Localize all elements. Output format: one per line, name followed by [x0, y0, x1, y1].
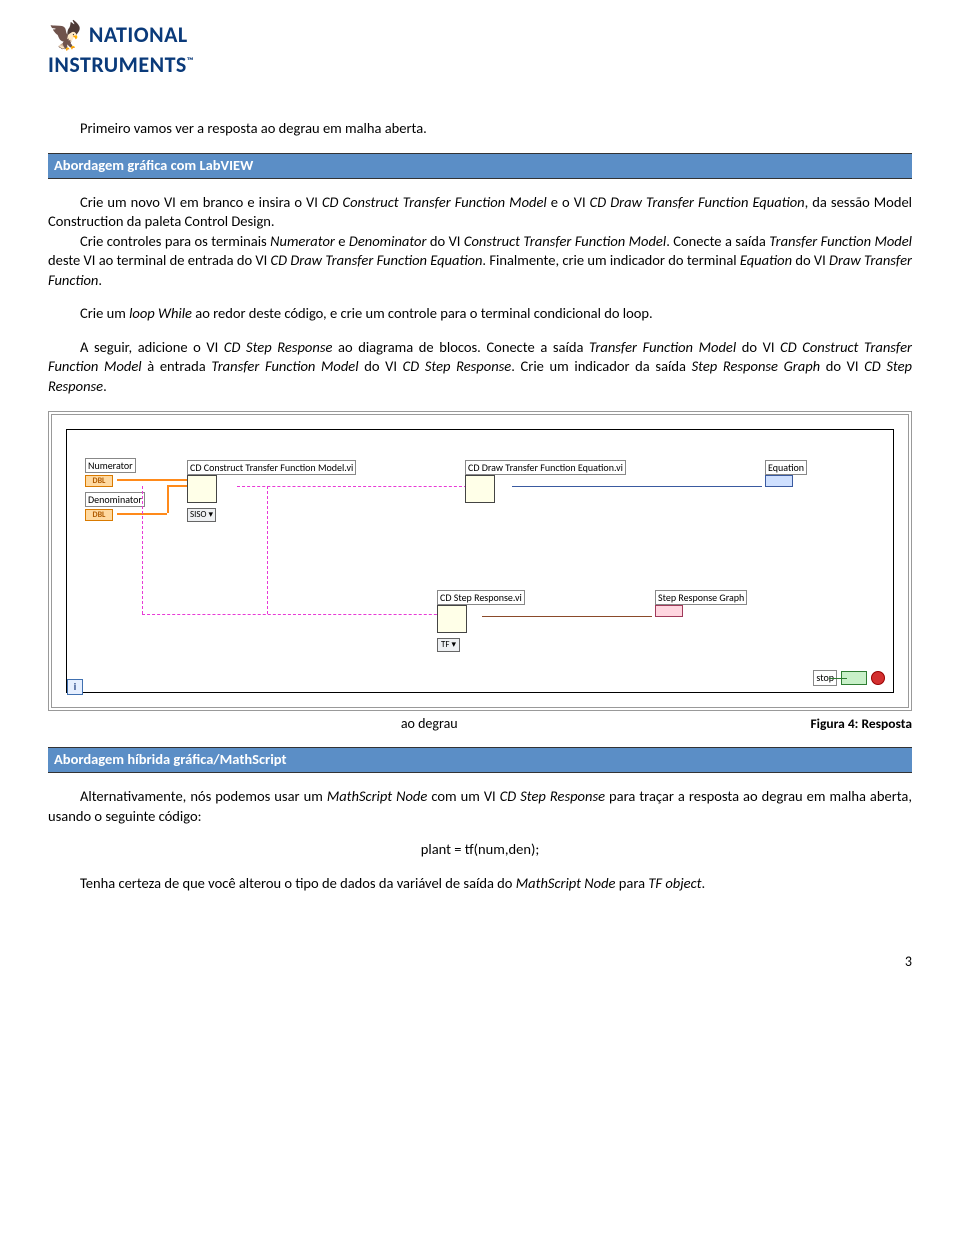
wire-equation [512, 486, 762, 487]
cd-construct-tf-model: CD Construct Transfer Function Model.vi … [187, 460, 356, 522]
wire-branch-v0 [142, 486, 143, 614]
loop-iteration-terminal: i [67, 679, 83, 695]
step-response-graph-indicator: Step Response Graph [655, 590, 747, 621]
paragraph-5: Alternativamente, nós podemos usar um Ma… [48, 787, 912, 826]
denominator-control: Denominator DBL [85, 492, 145, 522]
wire-tf-model-main [237, 486, 467, 487]
vi-icon [437, 605, 467, 633]
section-graphical-approach: Abordagem gráfica com LabVIEW [48, 153, 912, 179]
section-hybrid-approach: Abordagem híbrida gráfica/MathScript [48, 747, 912, 773]
paragraph-6: Tenha certeza de que você alterou o tipo… [48, 874, 912, 894]
tf-dropdown: TF ▾ [437, 638, 460, 652]
vi-icon [187, 475, 217, 503]
wire-denominator-v [167, 485, 169, 513]
intro-paragraph: Primeiro vamos ver a resposta ao degrau … [48, 119, 912, 139]
paragraph-4: A seguir, adicione o VI CD Step Response… [48, 338, 912, 397]
paragraph-2: Crie controles para os terminais Numerat… [48, 232, 912, 291]
while-loop-border: Numerator DBL Denominator DBL CD Constru… [66, 429, 894, 693]
ni-logo: 🦅 NATIONAL INSTRUMENTS™ [48, 20, 912, 79]
logo-national: NATIONAL [89, 20, 188, 50]
paragraph-3: Crie um loop While ao redor deste código… [48, 304, 912, 324]
logo-instruments: INSTRUMENTS™ [48, 51, 194, 78]
stop-condition-icon [871, 671, 885, 685]
cd-step-response: CD Step Response.vi TF ▾ [437, 590, 525, 652]
mathscript-code: plant = tf(num,den); [48, 840, 912, 860]
wire-graph [482, 616, 652, 617]
wire-branch-v1 [267, 486, 268, 614]
wire-stop [829, 678, 847, 679]
labview-block-diagram: Numerator DBL Denominator DBL CD Constru… [48, 411, 912, 711]
numerator-control: Numerator DBL [85, 458, 136, 488]
loop-stop-condition: stop [813, 670, 885, 686]
vi-icon [465, 475, 495, 503]
paragraph-1: Crie um novo VI em branco e insira o VI … [48, 193, 912, 232]
cd-draw-tf-equation: CD Draw Transfer Function Equation.vi [465, 460, 626, 507]
eagle-icon: 🦅 [48, 22, 83, 50]
siso-dropdown: SISO ▾ [187, 508, 216, 522]
page-number: 3 [48, 953, 912, 972]
wire-branch-h [142, 614, 462, 615]
figure-caption: ao degrau Figura 4: Resposta [48, 715, 912, 734]
equation-indicator: Equation [765, 460, 807, 491]
